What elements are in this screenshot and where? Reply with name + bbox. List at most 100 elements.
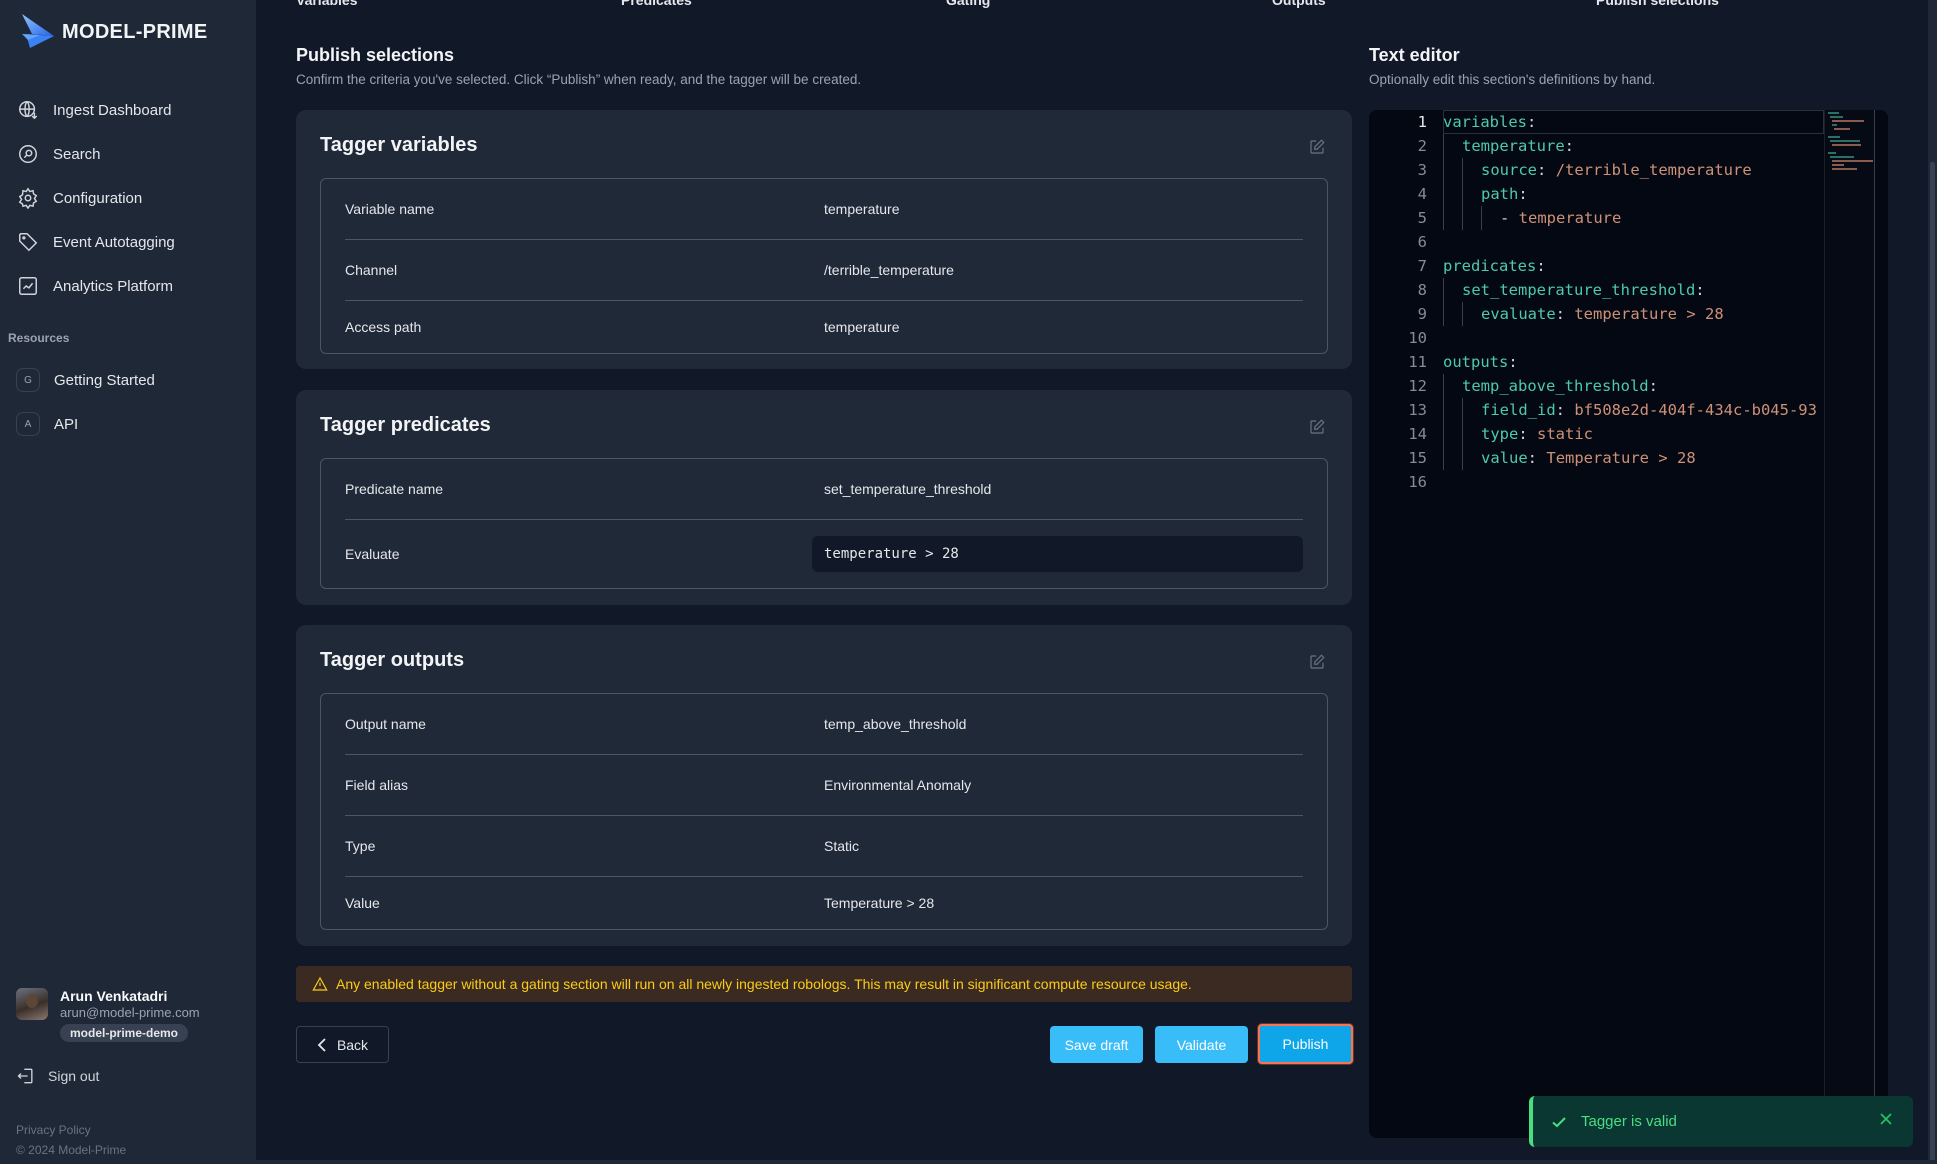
line-number: 7 [1417,257,1427,275]
page-title: Publish selections [296,45,455,65]
line-number: 12 [1408,377,1427,395]
step-gating[interactable]: Gating [946,0,990,8]
table-row: Access path temperature [345,301,1303,353]
yaml-colon: : [1695,281,1705,299]
step-outputs[interactable]: Outputs [1272,0,1326,8]
code-line[interactable]: path: [1443,182,1824,206]
validate-button[interactable]: Validate [1155,1026,1248,1063]
row-value: set_temperature_threshold [824,481,992,497]
code-line[interactable]: variables: [1443,110,1824,134]
row-value: temp_above_threshold [824,716,967,732]
edit-outputs-button[interactable] [1308,653,1328,673]
indent-guide [1462,446,1481,470]
sidebar-item-event-autotagging[interactable]: Event Autotagging [16,220,246,264]
row-value: /terrible_temperature [824,262,954,278]
code-line[interactable]: outputs: [1443,350,1824,374]
yaml-colon: : [1518,425,1528,443]
code-line[interactable]: - temperature [1443,206,1824,230]
minimap-line [1834,128,1850,130]
toast-close-button[interactable] [1879,1112,1893,1130]
code-line[interactable] [1443,230,1824,254]
code-line[interactable]: value: Temperature > 28 [1443,446,1824,470]
code-line[interactable]: temperature: [1443,134,1824,158]
logo[interactable]: MODEL-PRIME [20,12,208,52]
edit-variables-button[interactable] [1308,138,1328,158]
table-row: Predicate name set_temperature_threshold [345,459,1303,520]
sign-out-icon [17,1068,33,1084]
publish-button[interactable]: Publish [1258,1024,1353,1064]
indent-guide [1443,134,1462,158]
card-title: Tagger outputs [320,649,465,671]
yaml-value: temperature > 28 [1574,305,1724,323]
edit-predicates-button[interactable] [1308,418,1328,438]
indent-guide [1443,206,1462,230]
yaml-key: field_id [1481,401,1556,419]
back-button[interactable]: Back [296,1026,389,1063]
indent-guide [1443,446,1462,470]
yaml-key: source [1481,161,1537,179]
yaml-dash: - [1500,209,1519,227]
user-profile[interactable]: Arun Venkatadri arun@model-prime.com mod… [16,988,200,1042]
page-scrollbar-thumb[interactable] [1930,162,1935,1162]
code-line[interactable] [1443,326,1824,350]
sidebar-item-ingest-dashboard[interactable]: Ingest Dashboard [16,88,246,132]
code-line[interactable]: source: /terrible_temperature [1443,158,1824,182]
indent-guide [1443,302,1462,326]
yaml-colon: : [1536,257,1546,275]
step-variables[interactable]: Variables [296,0,358,8]
indent-guide [1462,398,1481,422]
code-line[interactable]: set_temperature_threshold: [1443,278,1824,302]
row-key: Type [345,838,376,854]
privacy-policy-link[interactable]: Privacy Policy [16,1120,126,1140]
sidebar-item-label: Configuration [53,189,143,207]
sign-out-button[interactable]: Sign out [16,1066,99,1086]
page-subtitle: Confirm the criteria you've selected. Cl… [296,72,862,87]
indent-guide [1462,182,1481,206]
yaml-editor[interactable]: 1 2 3 4 5 6 7 8 9 10 11 12 13 14 15 16 variables: temper… [1369,110,1888,1138]
yaml-value: bf508e2d-404f-434c-b045-93 [1574,401,1817,419]
sidebar-item-configuration[interactable]: Configuration [16,176,246,220]
row-key: Variable name [345,201,435,217]
yaml-value: static [1537,425,1594,443]
code-area[interactable]: variables: temperature: source: /terrible_… [1443,110,1824,494]
line-number: 14 [1408,425,1427,443]
line-number: 2 [1417,137,1427,155]
resource-badge: G [16,368,40,392]
minimap-line [1828,152,1837,154]
editor-minimap[interactable] [1824,110,1874,1138]
indent-guide [1481,206,1500,230]
code-line[interactable]: evaluate: temperature > 28 [1443,302,1824,326]
step-publish-selections[interactable]: Publish selections [1596,0,1719,8]
sidebar-item-label: Analytics Platform [53,277,174,295]
sidebar-item-getting-started[interactable]: G Getting Started [16,358,155,402]
sidebar-item-label: Event Autotagging [53,233,175,251]
copyright: © 2024 Model-Prime [16,1143,127,1157]
avatar [16,988,48,1020]
yaml-key: variables [1443,113,1527,131]
page-scrollbar[interactable] [1928,0,1937,1164]
toast-message: Tagger is valid [1581,1113,1677,1130]
edit-icon [1310,419,1325,434]
code-line[interactable]: type: static [1443,422,1824,446]
sidebar-item-analytics-platform[interactable]: Analytics Platform [16,264,246,308]
row-key: Evaluate [345,546,400,562]
code-line[interactable]: field_id: bf508e2d-404f-434c-b045-93 [1443,398,1824,422]
editor-scrollbar[interactable] [1874,110,1888,1138]
minimap-line [1832,120,1865,122]
indent-guide [1462,422,1481,446]
step-predicates[interactable]: Predicates [621,0,692,8]
code-line[interactable]: temp_above_threshold: [1443,374,1824,398]
sidebar-footer: Privacy Policy © 2024 Model-Prime [16,1120,126,1160]
close-icon [1880,1113,1892,1125]
code-line[interactable] [1443,470,1824,494]
yaml-value: temperature [1518,209,1622,227]
org-badge: model-prime-demo [60,1024,189,1042]
code-line[interactable]: predicates: [1443,254,1824,278]
save-draft-button[interactable]: Save draft [1050,1026,1143,1063]
row-value: Static [824,838,860,854]
sidebar-item-search[interactable]: Search [16,132,246,176]
sidebar-item-api[interactable]: A API [16,402,155,446]
